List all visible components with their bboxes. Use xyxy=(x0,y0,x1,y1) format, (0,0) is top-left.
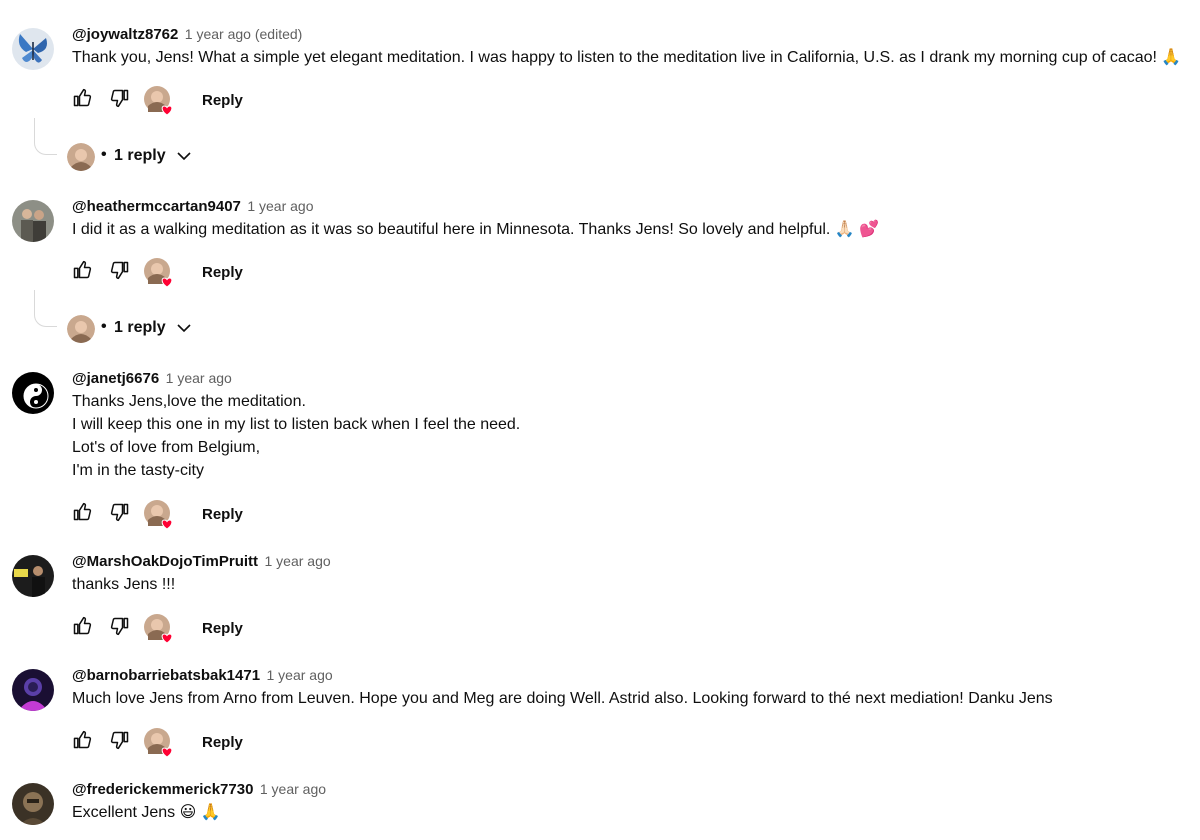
avatar[interactable] xyxy=(12,783,54,825)
like-button[interactable] xyxy=(72,502,92,527)
thumbs-up-icon xyxy=(73,260,92,279)
thumbs-down-icon xyxy=(110,261,129,280)
thumbs-down-icon xyxy=(110,89,129,108)
dislike-button[interactable] xyxy=(110,502,130,527)
comment-line: I'm in the tasty-city xyxy=(72,462,204,479)
creator-heart-badge xyxy=(144,258,173,288)
comment-author[interactable]: @MarshOakDojoTimPruitt xyxy=(72,553,258,570)
like-button[interactable] xyxy=(72,616,92,641)
dislike-button[interactable] xyxy=(110,88,130,113)
like-button[interactable] xyxy=(72,260,92,285)
comment-timestamp[interactable]: 1 year ago xyxy=(166,370,232,386)
reply-button[interactable]: Reply xyxy=(202,92,243,109)
comment-line: Lot's of love from Belgium, xyxy=(72,439,261,456)
reply-avatar xyxy=(67,315,95,343)
comment-author[interactable]: @heathermccartan9407 xyxy=(72,198,241,215)
couple-photo-icon xyxy=(12,200,54,242)
reply-avatar xyxy=(67,143,95,171)
comment-timestamp[interactable]: 1 year ago xyxy=(260,781,326,797)
dislike-button[interactable] xyxy=(110,730,130,755)
comment-text: I did it as a walking meditation as it w… xyxy=(72,218,879,241)
comment-line: thanks Jens !!! xyxy=(72,576,176,593)
comment-line: Excellent Jens 😃 🙏 xyxy=(72,804,221,821)
thumbs-up-icon xyxy=(73,88,92,107)
comment-header: @joywaltz8762 1 year ago (edited) xyxy=(72,26,302,44)
thumbs-up-icon xyxy=(73,616,92,635)
butterfly-icon xyxy=(12,28,54,70)
comment-line: I will keep this one in my list to liste… xyxy=(72,416,521,433)
thumbs-up-icon xyxy=(73,502,92,521)
comment-header: @heathermccartan9407 1 year ago xyxy=(72,198,314,216)
reply-button[interactable]: Reply xyxy=(202,506,243,523)
neon-portrait-icon xyxy=(12,669,54,711)
comment-author[interactable]: @frederickemmerick7730 xyxy=(72,781,253,798)
comment-author[interactable]: @barnobarriebatsbak1471 xyxy=(72,667,260,684)
comment-text: Thanks Jens,love the meditation. I will … xyxy=(72,390,520,482)
avatar[interactable] xyxy=(12,555,54,597)
creator-heart-icon xyxy=(144,728,173,758)
comment-header: @MarshOakDojoTimPruitt 1 year ago xyxy=(72,553,331,571)
thumbs-down-icon xyxy=(110,731,129,750)
creator-heart-icon xyxy=(144,258,173,288)
comment-timestamp[interactable]: 1 year ago xyxy=(247,198,313,214)
comment-line: Much love Jens from Arno from Leuven. Ho… xyxy=(72,690,1053,707)
replies-count[interactable]: 1 reply xyxy=(114,319,166,337)
creator-heart-icon xyxy=(144,614,173,644)
separator-dot: • xyxy=(101,318,107,335)
creator-heart-icon xyxy=(144,500,173,530)
thumbs-up-icon xyxy=(73,730,92,749)
reply-author-icon xyxy=(67,315,95,343)
thumbs-down-icon xyxy=(110,617,129,636)
comment-text: Excellent Jens 😃 🙏 xyxy=(72,801,221,824)
avatar[interactable] xyxy=(12,200,54,242)
thread-connector xyxy=(34,290,57,327)
comment-author[interactable]: @janetj6676 xyxy=(72,370,159,387)
comment-text: Thank you, Jens! What a simple yet elega… xyxy=(72,46,1181,69)
comment-header: @barnobarriebatsbak1471 1 year ago xyxy=(72,667,333,685)
thread-connector xyxy=(34,118,57,155)
thumbs-down-icon xyxy=(110,503,129,522)
comments-section: @joywaltz8762 1 year ago (edited) Thank … xyxy=(0,0,1200,840)
portrait-photo-icon xyxy=(12,783,54,825)
creator-heart-badge xyxy=(144,728,173,758)
like-button[interactable] xyxy=(72,730,92,755)
creator-heart-badge xyxy=(144,500,173,530)
comment-header: @frederickemmerick7730 1 year ago xyxy=(72,781,326,799)
avatar[interactable] xyxy=(12,28,54,70)
comment-timestamp[interactable]: 1 year ago (edited) xyxy=(185,26,303,42)
comment-timestamp[interactable]: 1 year ago xyxy=(267,667,333,683)
dislike-button[interactable] xyxy=(110,616,130,641)
reply-button[interactable]: Reply xyxy=(202,734,243,751)
like-button[interactable] xyxy=(72,88,92,113)
dojo-photo-icon xyxy=(12,555,54,597)
comment-text: Much love Jens from Arno from Leuven. Ho… xyxy=(72,687,1053,710)
replies-count[interactable]: 1 reply xyxy=(114,147,166,165)
avatar[interactable] xyxy=(12,669,54,711)
comment-header: @janetj6676 1 year ago xyxy=(72,370,232,388)
reply-button[interactable]: Reply xyxy=(202,620,243,637)
comment-line: Thanks Jens,love the meditation. xyxy=(72,393,306,410)
creator-heart-badge xyxy=(144,614,173,644)
dislike-button[interactable] xyxy=(110,260,130,285)
separator-dot: • xyxy=(101,146,107,163)
chevron-down-icon[interactable] xyxy=(175,319,193,342)
comment-line: Thank you, Jens! What a simple yet elega… xyxy=(72,49,1182,66)
comment-text: thanks Jens !!! xyxy=(72,573,175,596)
comment-timestamp[interactable]: 1 year ago xyxy=(265,553,331,569)
reply-author-icon xyxy=(67,143,95,171)
avatar[interactable] xyxy=(12,372,54,414)
chevron-down-icon[interactable] xyxy=(175,147,193,170)
comment-line: I did it as a walking meditation as it w… xyxy=(72,221,880,238)
creator-heart-icon xyxy=(144,86,173,116)
comment-author[interactable]: @joywaltz8762 xyxy=(72,26,178,43)
yin-yang-icon xyxy=(12,372,54,414)
reply-button[interactable]: Reply xyxy=(202,264,243,281)
creator-heart-badge xyxy=(144,86,173,116)
